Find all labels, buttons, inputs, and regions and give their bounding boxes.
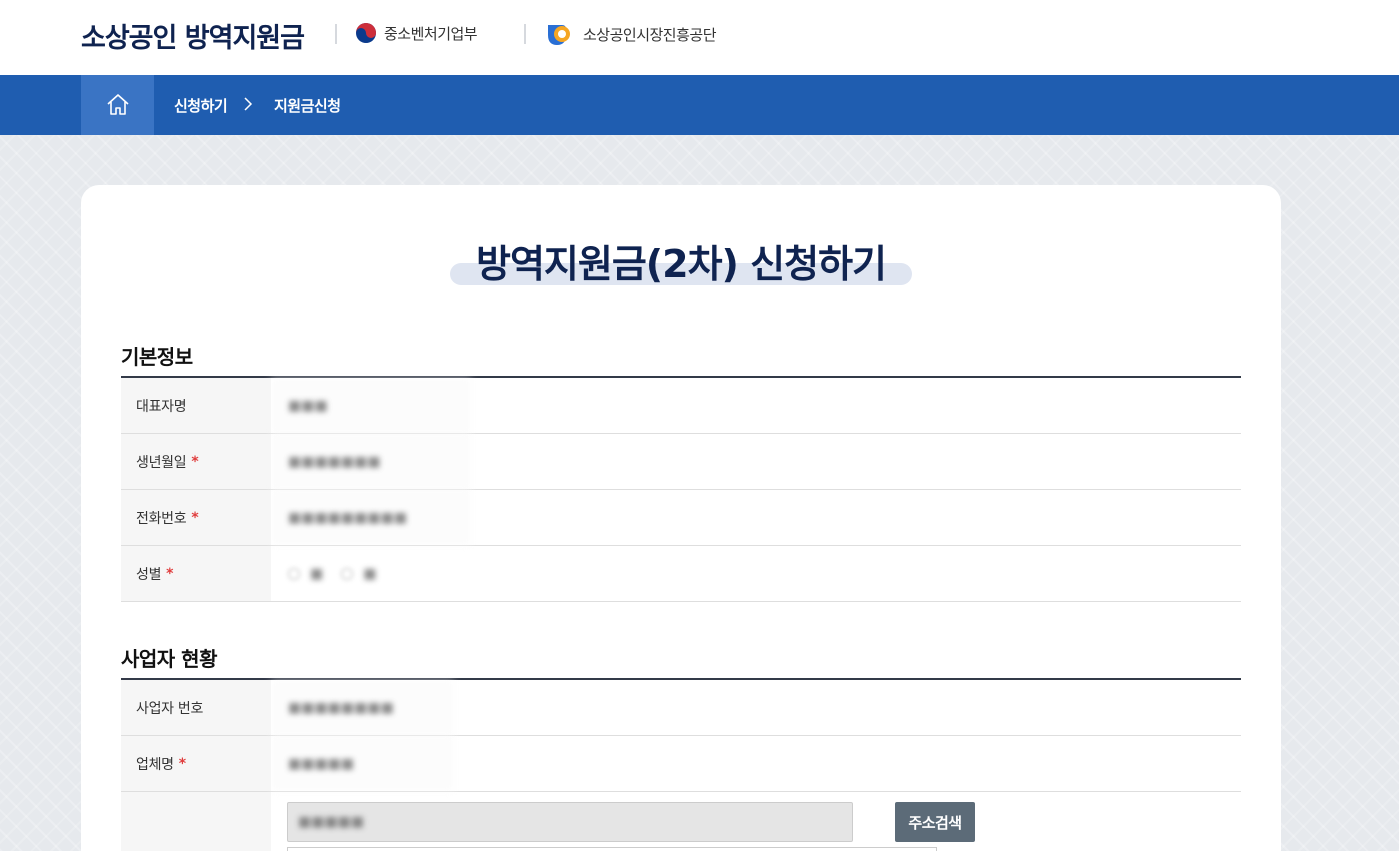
- form-row-phone: 전화번호 * ■■■■■■■■■: [121, 490, 1241, 546]
- breadcrumb-current[interactable]: 지원금신청: [274, 95, 341, 116]
- birth-date-field[interactable]: ■■■■■■■: [271, 434, 1241, 489]
- site-title[interactable]: 소상공인 방역지원금: [81, 16, 305, 55]
- chevron-right-icon: [244, 97, 253, 111]
- masked-text: ■■■: [288, 397, 328, 414]
- agency-name: 소상공인시장진흥공단: [583, 25, 717, 44]
- form-card: 방역지원금(2차) 신청하기 기본정보 대표자명 ■■■ 생년월일 * ■■■■…: [81, 185, 1281, 851]
- required-mark: *: [166, 565, 174, 582]
- masked-text: ■■■■■: [298, 814, 365, 830]
- header-divider: [335, 24, 337, 44]
- business-info-table: 사업자 번호 ■■■■■■■■ 업체명 * ■■■■■ ■■■■■ 주소검색: [121, 678, 1241, 851]
- ministry-name: 중소벤처기업부: [384, 24, 478, 43]
- form-row-company: 업체명 * ■■■■■: [121, 736, 1241, 792]
- form-row-gender: 성별 * ■ ■: [121, 546, 1241, 602]
- field-label: 대표자명: [121, 378, 271, 433]
- breadcrumb-bar: 신청하기 지원금신청: [0, 75, 1399, 135]
- form-row-name: 대표자명 ■■■: [121, 378, 1241, 434]
- taegeuk-icon: [356, 23, 376, 43]
- top-header: 소상공인 방역지원금 중소벤처기업부 소상공인시장진흥공단: [0, 0, 1399, 75]
- required-mark: *: [191, 509, 199, 526]
- field-label: 사업자 번호: [121, 680, 271, 735]
- home-button[interactable]: [81, 75, 154, 135]
- masked-text: ■■■■■■■■■: [288, 509, 408, 526]
- section-title-business: 사업자 현황: [121, 647, 217, 671]
- label-text: 생년월일: [136, 454, 187, 471]
- page-title-wrap: 방역지원금(2차) 신청하기: [450, 233, 912, 289]
- masked-text: ■: [363, 565, 377, 582]
- radio-female[interactable]: [341, 567, 354, 580]
- address-input[interactable]: ■■■■■: [287, 802, 853, 842]
- breadcrumb-apply[interactable]: 신청하기: [174, 95, 228, 116]
- section-title-basic: 기본정보: [121, 345, 193, 369]
- field-label: 업체명 *: [121, 736, 271, 791]
- biz-number-value: ■■■■■■■■: [271, 680, 1241, 735]
- label-text: 대표자명: [136, 398, 187, 415]
- form-row-biz-number: 사업자 번호 ■■■■■■■■: [121, 680, 1241, 736]
- field-label: 생년월일 *: [121, 434, 271, 489]
- address-detail-input[interactable]: [287, 847, 937, 851]
- phone-field[interactable]: ■■■■■■■■■: [271, 490, 1241, 545]
- agency-emblem-icon: [548, 25, 570, 45]
- ministry-logo[interactable]: 중소벤처기업부: [355, 22, 478, 44]
- radio-male[interactable]: [288, 567, 300, 580]
- home-icon: [106, 94, 129, 115]
- field-label: 전화번호 *: [121, 490, 271, 545]
- basic-info-table: 대표자명 ■■■ 생년월일 * ■■■■■■■ 전화번호 * ■■■■■■■■■…: [121, 376, 1241, 602]
- required-mark: *: [178, 755, 186, 772]
- form-row-birth: 생년월일 * ■■■■■■■: [121, 434, 1241, 490]
- page-title: 방역지원금(2차) 신청하기: [475, 242, 887, 286]
- masked-text: ■■■■■: [288, 755, 355, 772]
- address-search-button[interactable]: 주소검색: [895, 802, 975, 842]
- required-mark: *: [191, 453, 199, 470]
- masked-text: ■■■■■■■: [288, 453, 381, 470]
- label-text: 사업자 번호: [136, 700, 204, 717]
- name-value: ■■■: [271, 378, 1241, 433]
- label-text: 업체명: [136, 756, 174, 773]
- field-label: 성별 *: [121, 546, 271, 601]
- agency-logo[interactable]: 소상공인시장진흥공단: [546, 21, 717, 47]
- gender-radio-group[interactable]: ■ ■: [271, 546, 1241, 601]
- masked-text: ■: [310, 565, 324, 582]
- masked-text: ■■■■■■■■: [288, 699, 394, 716]
- form-row-address: ■■■■■ 주소검색: [121, 792, 1241, 851]
- label-text: 전화번호: [136, 510, 187, 527]
- field-label: [121, 792, 271, 851]
- company-name-field[interactable]: ■■■■■: [271, 736, 1241, 791]
- header-divider: [524, 24, 526, 44]
- label-text: 성별: [136, 566, 162, 583]
